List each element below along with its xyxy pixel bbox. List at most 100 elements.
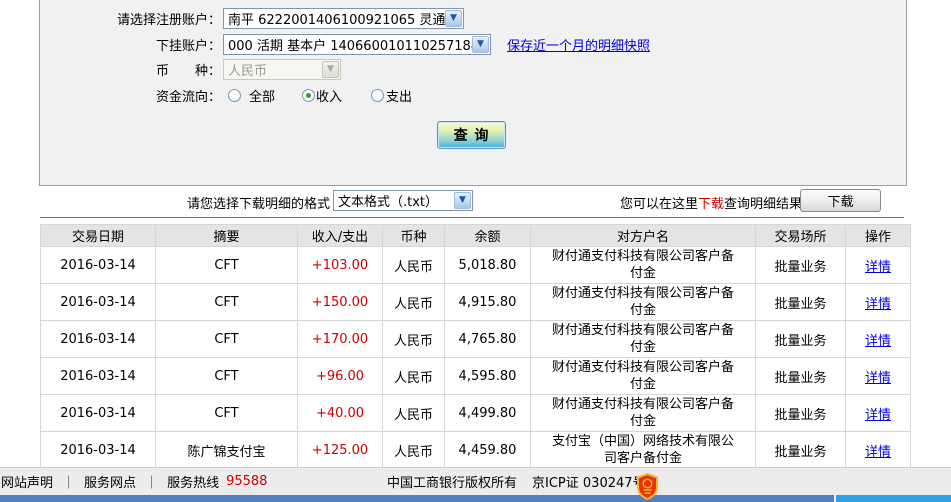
footer-separator: ｜ — [145, 476, 159, 491]
detail-link[interactable]: 详情 — [865, 445, 891, 460]
detail-link[interactable]: 详情 — [865, 371, 891, 386]
flow-row: 资金流向： 全部 收入 支出 — [40, 84, 906, 106]
counterparty-name: 财付通支付科技有限公司客户备付金 — [551, 249, 734, 281]
cell-amount: +103.00 — [297, 246, 383, 284]
footer: 网站声明 ｜ 服务网点 ｜ 服务热线 95588 中国工商银行版权所有 京ICP… — [0, 467, 951, 500]
download-format-select[interactable]: 文本格式（.txt） ▼ — [333, 190, 473, 211]
cell-amount: +40.00 — [297, 394, 383, 432]
query-button[interactable]: 查 询 — [437, 121, 506, 149]
cell-date: 2016-03-14 — [40, 357, 156, 395]
cell-date: 2016-03-14 — [40, 283, 156, 321]
cell-balance: 4,595.80 — [444, 357, 531, 395]
download-button[interactable]: 下载 — [800, 189, 881, 212]
cell-currency: 人民币 — [382, 246, 445, 284]
cell-balance: 4,915.80 — [444, 283, 531, 321]
cell-currency: 人民币 — [382, 431, 445, 469]
chevron-down-icon: ▼ — [322, 60, 339, 78]
cell-summary: CFT — [155, 246, 298, 284]
cell-operation: 详情 — [845, 394, 911, 432]
hotline-label: 服务热线 — [167, 476, 220, 491]
detail-link[interactable]: 详情 — [865, 297, 891, 312]
save-snapshot-link[interactable]: 保存近一个月的明细快照 — [507, 35, 650, 54]
cell-channel: 批量业务 — [755, 320, 846, 358]
cell-channel: 批量业务 — [755, 394, 846, 432]
footer-copyright-area: 中国工商银行版权所有 京ICP证 030247号 — [387, 468, 646, 495]
radio-unchecked-icon[interactable] — [228, 88, 241, 102]
bottom-bar-highlight — [834, 495, 951, 502]
cell-currency: 人民币 — [382, 320, 445, 358]
table-row: 2016-03-14 陈广锦支付宝 +125.00 人民币 4,459.80 支… — [40, 431, 911, 469]
col-header-date: 交易日期 — [40, 224, 156, 247]
counterparty-name: 支付宝（中国）网络技术有限公司客户备付金 — [551, 434, 734, 466]
cell-channel: 批量业务 — [755, 357, 846, 395]
cell-date: 2016-03-14 — [40, 246, 156, 284]
sub-account-label: 下挂账户： — [155, 38, 221, 54]
download-inline-link[interactable]: 下载 — [698, 197, 724, 212]
footer-links: 网站声明 ｜ 服务网点 ｜ 服务热线 95588 — [1, 468, 267, 495]
register-account-row: 请选择注册账户： 南平 6222001406100921065 灵通卡 ▼ — [40, 7, 906, 29]
detail-link[interactable]: 详情 — [865, 408, 891, 423]
radio-checked-icon[interactable] — [302, 88, 316, 102]
cell-operation: 详情 — [845, 246, 911, 284]
flow-option-expense[interactable]: 支出 — [371, 86, 412, 105]
sub-account-select[interactable]: 000 活期 基本户 1406600101102571848 ▼ — [223, 33, 491, 55]
cell-counterparty: 财付通支付科技有限公司客户备付金 — [530, 394, 756, 432]
download-format-value: 文本格式（.txt） — [338, 195, 439, 210]
table-row: 2016-03-14 CFT +170.00 人民币 4,765.80 财付通支… — [40, 320, 911, 358]
register-account-label: 请选择注册账户： — [116, 12, 221, 28]
security-badge-icon — [637, 473, 658, 500]
cell-currency: 人民币 — [382, 357, 445, 395]
flow-option-income-label: 收入 — [316, 89, 343, 105]
flow-option-all[interactable]: 全部 — [228, 86, 275, 105]
detail-link[interactable]: 详情 — [865, 334, 891, 349]
detail-link[interactable]: 详情 — [865, 260, 891, 275]
cell-counterparty: 财付通支付科技有限公司客户备付金 — [530, 320, 756, 358]
hotline-number: 95588 — [226, 474, 268, 489]
cell-amount: +96.00 — [297, 357, 383, 395]
table-row: 2016-03-14 CFT +40.00 人民币 4,499.80 财付通支付… — [40, 394, 911, 432]
flow-option-expense-label: 支出 — [386, 89, 413, 105]
chevron-down-icon[interactable]: ▼ — [454, 192, 471, 209]
download-hint: 您可以在这里下载查询明细结果 — [620, 193, 802, 212]
table-row: 2016-03-14 CFT +150.00 人民币 4,915.80 财付通支… — [40, 283, 911, 321]
cell-channel: 批量业务 — [755, 283, 846, 321]
cell-operation: 详情 — [845, 320, 911, 358]
cell-operation: 详情 — [845, 431, 911, 469]
footer-link-statement[interactable]: 网站声明 — [1, 472, 53, 491]
cell-counterparty: 财付通支付科技有限公司客户备付金 — [530, 357, 756, 395]
col-header-currency: 币种 — [382, 224, 445, 247]
chevron-down-icon[interactable]: ▼ — [472, 35, 489, 53]
footer-separator: ｜ — [62, 476, 76, 491]
counterparty-name: 财付通支付科技有限公司客户备付金 — [551, 360, 734, 392]
sub-account-row: 下挂账户： 000 活期 基本户 1406600101102571848 ▼ 保… — [40, 33, 906, 55]
col-header-channel: 交易场所 — [755, 224, 846, 247]
cell-summary: CFT — [155, 283, 298, 321]
radio-unchecked-icon[interactable] — [371, 88, 385, 102]
flow-option-all-label: 全部 — [249, 89, 276, 105]
cell-balance: 4,499.80 — [444, 394, 531, 432]
register-account-select[interactable]: 南平 6222001406100921065 灵通卡 ▼ — [223, 7, 464, 29]
col-header-amount: 收入/支出 — [297, 224, 383, 247]
cell-date: 2016-03-14 — [40, 431, 156, 469]
flow-radio-group: 全部 收入 支出 — [228, 86, 412, 105]
table-row: 2016-03-14 CFT +96.00 人民币 4,595.80 财付通支付… — [40, 357, 911, 395]
cell-channel: 批量业务 — [755, 246, 846, 284]
cell-currency: 人民币 — [382, 394, 445, 432]
counterparty-name: 财付通支付科技有限公司客户备付金 — [551, 397, 734, 429]
download-format-label: 请您选择下载明细的格式 — [187, 197, 331, 212]
register-account-value: 南平 6222001406100921065 灵通卡 — [228, 12, 445, 28]
cell-summary: 陈广锦支付宝 — [155, 431, 298, 469]
cell-channel: 批量业务 — [755, 431, 846, 469]
cell-amount: +150.00 — [297, 283, 383, 321]
col-header-counterparty: 对方户名 — [530, 224, 756, 247]
download-hint-prefix: 您可以在这里 — [620, 197, 699, 212]
table-row: 2016-03-14 CFT +103.00 人民币 5,018.80 财付通支… — [40, 246, 911, 284]
cell-counterparty: 支付宝（中国）网络技术有限公司客户备付金 — [530, 431, 756, 469]
counterparty-name: 财付通支付科技有限公司客户备付金 — [551, 286, 734, 318]
red-divider — [40, 217, 904, 218]
flow-option-income[interactable]: 收入 — [302, 86, 342, 105]
counterparty-name: 财付通支付科技有限公司客户备付金 — [551, 323, 734, 355]
footer-link-branches[interactable]: 服务网点 — [84, 472, 136, 491]
chevron-down-icon[interactable]: ▼ — [445, 9, 462, 27]
col-header-operation: 操作 — [845, 224, 911, 247]
